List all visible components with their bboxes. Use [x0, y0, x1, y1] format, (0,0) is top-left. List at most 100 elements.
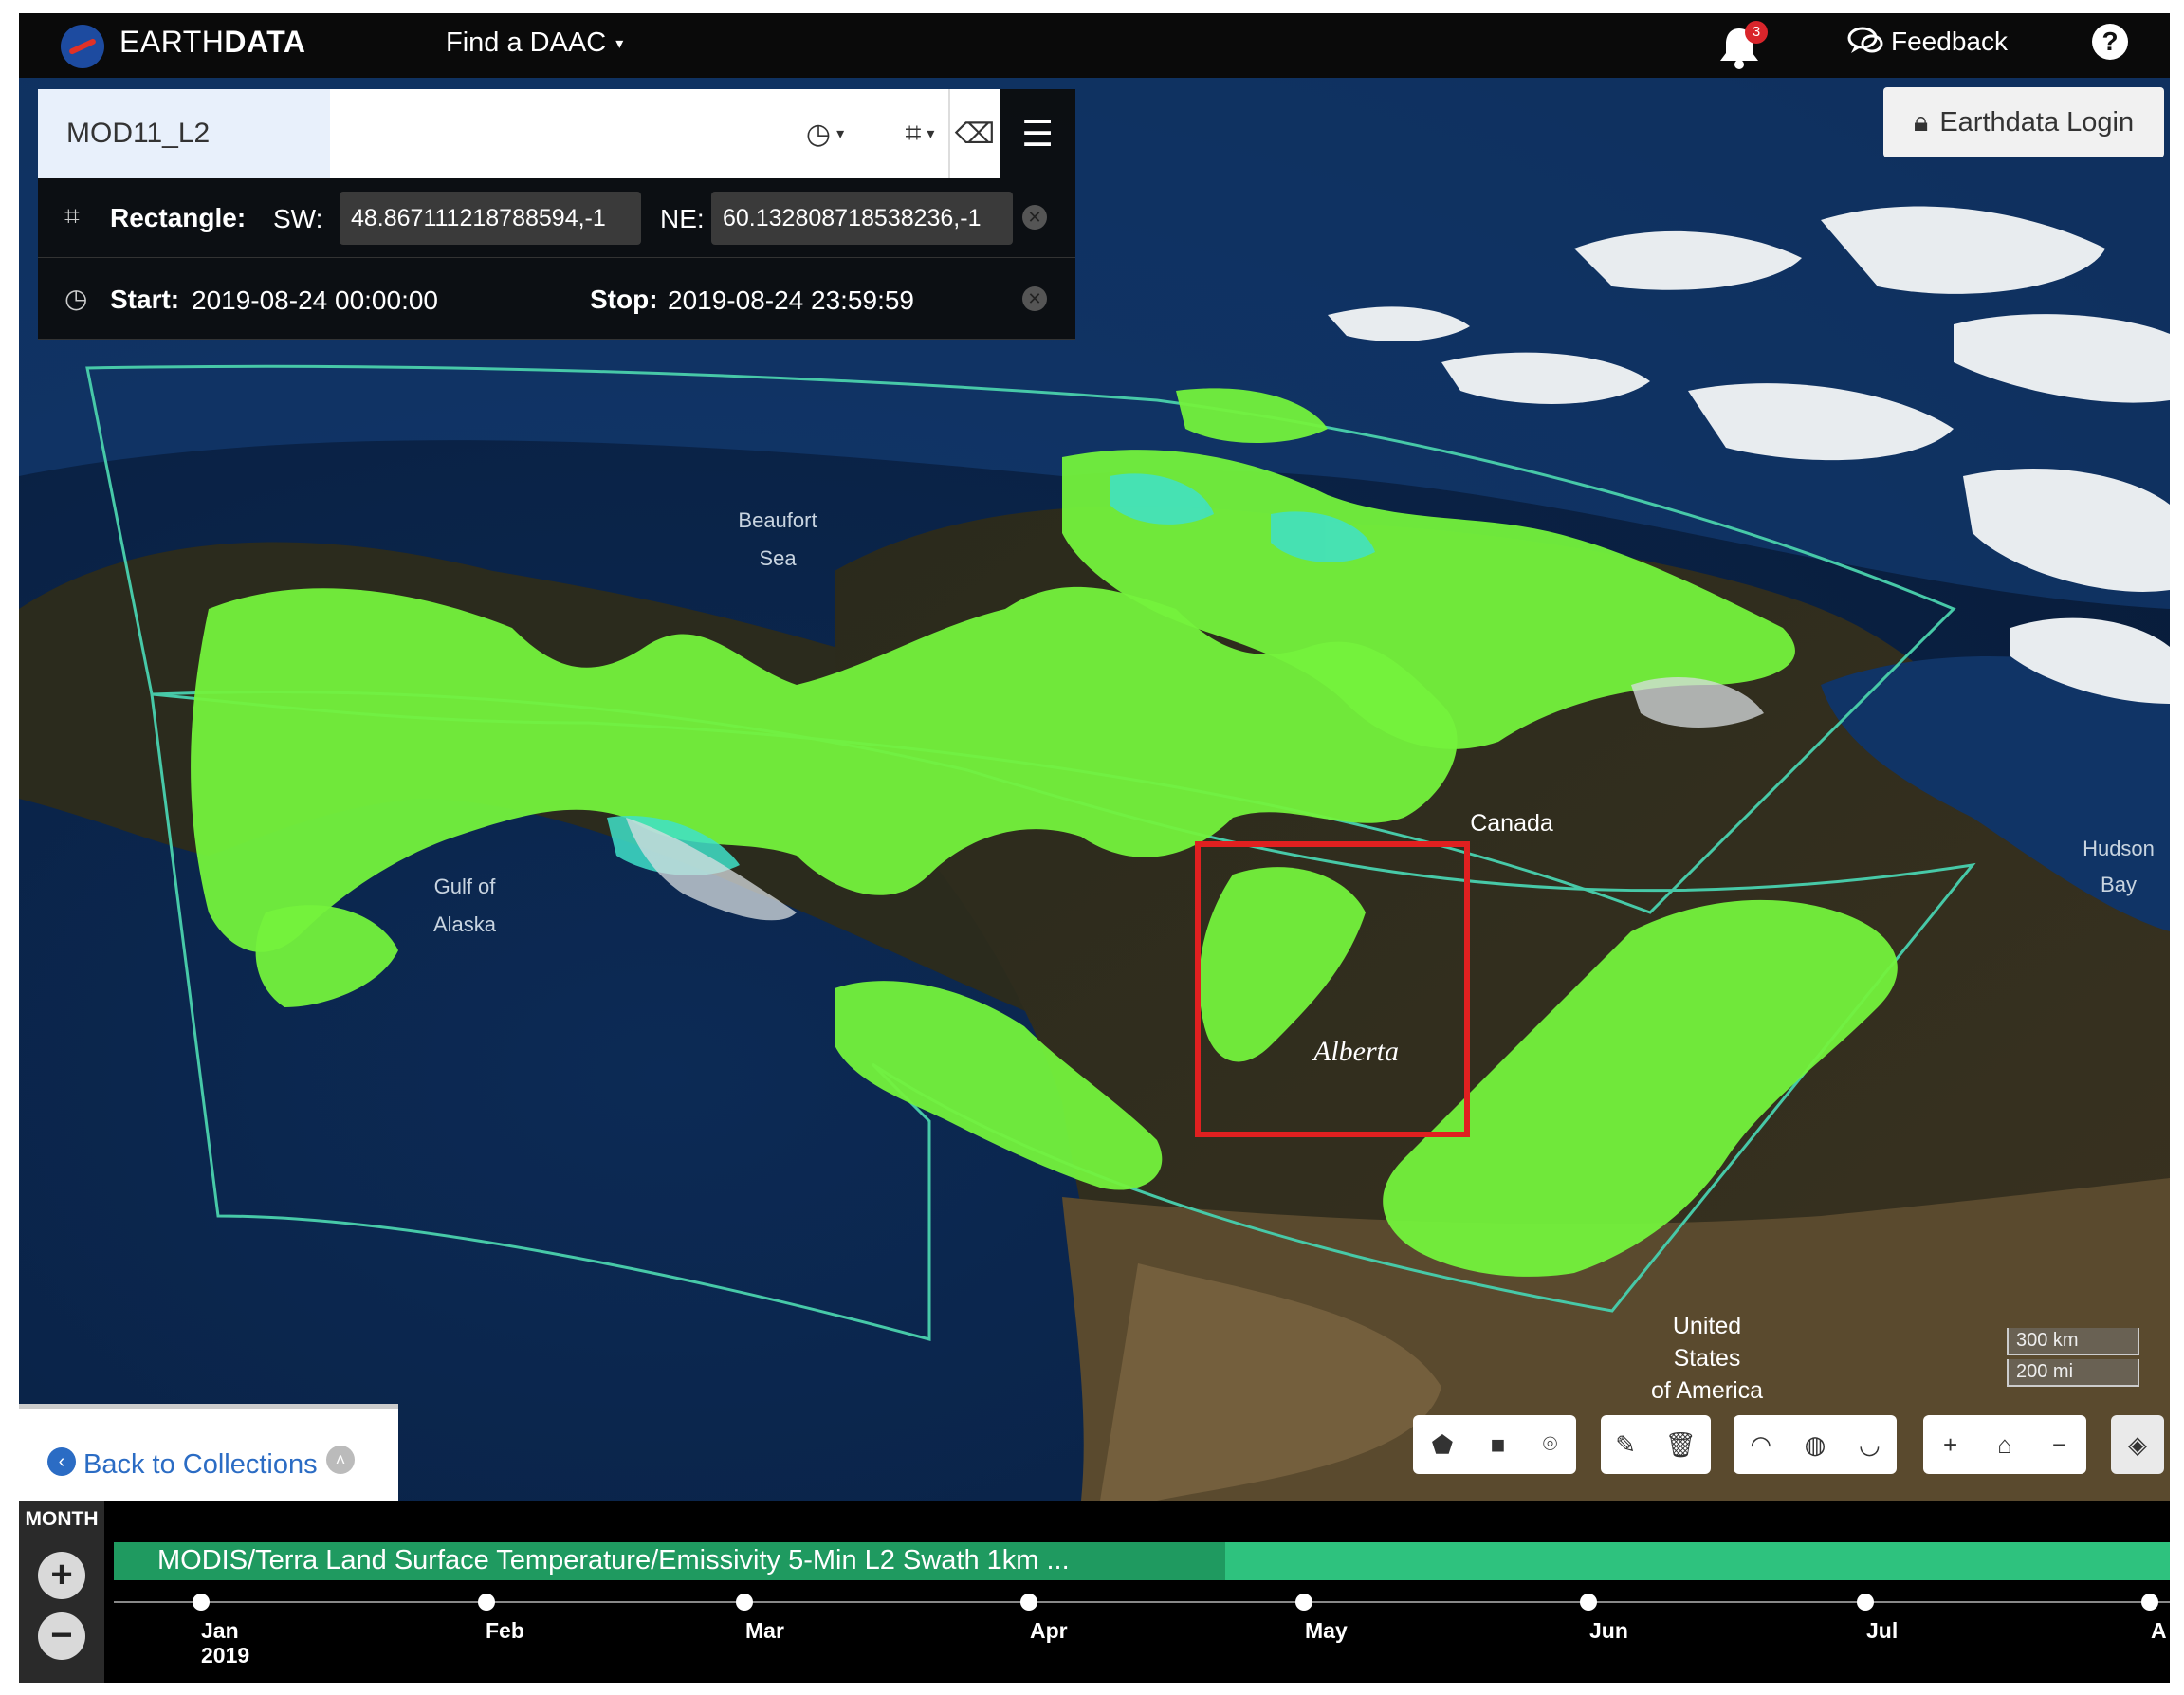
feedback-button[interactable]: Feedback [1847, 27, 2008, 57]
trash-icon[interactable]: 🗑︎ [1665, 1430, 1697, 1460]
label-canada: Canada [1470, 810, 1553, 837]
temporal-filter-row: ◷ Start: 2019-08-24 00:00:00 Stop: 2019-… [38, 260, 1075, 340]
brand-text-bold: DATA [224, 25, 306, 59]
label-usa-3: of America [1651, 1377, 1763, 1404]
notification-count-badge: 3 [1745, 21, 1768, 44]
clock-icon: ◷ [64, 284, 88, 313]
timeline-month-label: Apr [1030, 1618, 1068, 1643]
sw-coordinate-input[interactable]: 48.867111218788594,-1 [340, 192, 641, 245]
timeline-tick[interactable] [193, 1594, 210, 1611]
chevron-up-circle-icon[interactable]: ˄ [326, 1446, 355, 1474]
rectangle-label: Rectangle: [110, 203, 247, 232]
chevron-down-icon: ▾ [927, 126, 935, 142]
label-usa-2: States [1674, 1345, 1741, 1372]
spatial-filter-row: ⌗ Rectangle: SW: 48.867111218788594,-1 N… [38, 178, 1075, 258]
timeline-month-label: A [2151, 1618, 2167, 1643]
ne-label: NE: [660, 204, 705, 233]
help-icon[interactable]: ? [2092, 24, 2128, 60]
timeline-zoom-controls: + − [19, 1538, 104, 1683]
back-to-collections-button[interactable]: ‹ Back to Collections ˄ [19, 1404, 398, 1501]
top-navigation-bar: EARTHDATA Find a DAAC ▾ 3 Feedback ? [19, 13, 2170, 78]
find-a-daac-dropdown[interactable]: Find a DAAC ▾ [446, 28, 623, 59]
clock-icon: ◷ [805, 118, 832, 150]
edit-icon[interactable]: ✎ [1615, 1430, 1636, 1460]
label-alberta: Alberta [1312, 1036, 1399, 1067]
find-a-daac-label: Find a DAAC [446, 28, 607, 58]
arctic-projection-icon[interactable]: ◠ [1750, 1430, 1771, 1460]
layers-icon: ◈ [2128, 1429, 2147, 1459]
zoom-tools-group: + ⌂ − [1923, 1415, 2086, 1474]
feedback-label: Feedback [1891, 27, 2008, 56]
nasa-logo[interactable] [61, 25, 104, 68]
notifications-button[interactable]: 3 [1718, 21, 1768, 70]
edit-tools-group: ✎ 🗑︎ [1601, 1415, 1711, 1474]
label-gulf-of-alaska-1: Gulf of [434, 875, 497, 898]
timeline-tick[interactable] [736, 1594, 753, 1611]
timeline-tick[interactable] [1857, 1594, 1874, 1611]
timeline-month-label: Jun [1589, 1618, 1628, 1643]
collection-title: MODIS/Terra Land Surface Temperature/Emi… [157, 1545, 1070, 1575]
projection-tools-group: ◠ ◍ ◡ [1734, 1415, 1897, 1474]
label-beaufort-sea-1: Beaufort [738, 508, 817, 532]
brand-text-plain: EARTH [119, 25, 225, 59]
scale-mi: 200 mi [2007, 1359, 2139, 1387]
scale-km: 300 km [2007, 1328, 2139, 1355]
clear-filters-button[interactable]: ⌫ [950, 89, 1000, 178]
timeline-tick[interactable] [1295, 1594, 1312, 1611]
antarctic-projection-icon[interactable]: ◡ [1859, 1430, 1881, 1460]
chevron-down-icon: ▾ [836, 126, 845, 142]
start-label: Start: [110, 285, 180, 314]
spatial-filter-button[interactable]: ⌗ ▾ [882, 89, 958, 178]
timeline-month-label: May [1305, 1618, 1348, 1643]
label-hudson-bay-2: Bay [2101, 873, 2137, 896]
arrow-left-circle-icon: ‹ [47, 1447, 76, 1476]
home-icon[interactable]: ⌂ [1997, 1430, 2012, 1460]
timeline-month-label: Jan 2019 [201, 1618, 249, 1667]
start-value[interactable]: 2019-08-24 00:00:00 [192, 286, 438, 316]
search-panel: ◷▾ ⌗▾ ⌫ ☰ ⌗ Rectangle: SW: 48.8671112187… [38, 89, 1075, 340]
earthdata-search-app: Beaufort Sea Gulf of Alaska Hudson Bay C… [19, 13, 2170, 1683]
ne-coordinate-input[interactable]: 60.132808718538236,-1 [711, 192, 1013, 245]
eraser-icon: ⌫ [954, 118, 996, 150]
stop-value[interactable]: 2019-08-24 23:59:59 [668, 286, 914, 316]
zoom-in-icon[interactable]: + [1943, 1430, 1957, 1460]
timeline-zoom-level: MONTH [19, 1501, 104, 1538]
timeline-month-label: Mar [745, 1618, 784, 1643]
temporal-filter-button[interactable]: ◷ ▾ [787, 89, 863, 178]
lock-icon: 🔒︎ [1913, 106, 1929, 138]
polygon-icon[interactable]: ⬟ [1432, 1430, 1454, 1460]
timeline-month-label: Feb [486, 1618, 524, 1643]
stop-label: Stop: [590, 285, 658, 314]
timeline-tick[interactable] [1020, 1594, 1037, 1611]
timeline-zoom-out-icon[interactable]: − [38, 1612, 85, 1660]
timeline-tick[interactable] [2141, 1594, 2158, 1611]
zoom-out-icon[interactable]: − [2052, 1430, 2066, 1460]
sw-label: SW: [273, 204, 323, 233]
label-usa-1: United [1673, 1313, 1741, 1339]
map-pin-icon[interactable]: ⌾ [1543, 1429, 1558, 1460]
search-input[interactable] [38, 89, 330, 178]
rectangle-icon[interactable]: ■ [1491, 1430, 1506, 1460]
clear-spatial-filter-icon[interactable]: ✕ [1022, 205, 1047, 230]
timeline-tick[interactable] [1580, 1594, 1597, 1611]
timeline-tick[interactable] [478, 1594, 495, 1611]
timeline-year: 2019 [201, 1643, 250, 1667]
hamburger-menu-icon[interactable]: ☰ [1000, 89, 1075, 178]
clear-temporal-filter-icon[interactable]: ✕ [1022, 286, 1047, 311]
timeline: MONTH + − MODIS/Terra Land Surface Tempe… [19, 1501, 2170, 1683]
crop-icon: ⌗ [905, 118, 922, 149]
month-jan: Jan [201, 1618, 239, 1643]
timeline-month-label: Jul [1866, 1618, 1899, 1643]
earthdata-brand[interactable]: EARTHDATA [119, 25, 306, 60]
crop-icon: ⌗ [64, 201, 80, 230]
earthdata-login-button[interactable]: 🔒︎ Earthdata Login [1883, 87, 2164, 157]
timeline-zoom-in-icon[interactable]: + [38, 1552, 85, 1599]
draw-tools-group: ⬟ ■ ⌾ [1413, 1415, 1576, 1474]
map-scale: 300 km 200 mi [2007, 1328, 2139, 1391]
chat-bubble-icon [1847, 27, 1883, 53]
globe-icon[interactable]: ◍ [1805, 1430, 1826, 1460]
chevron-down-icon: ▾ [615, 35, 624, 52]
label-hudson-bay-1: Hudson [2083, 837, 2155, 860]
back-to-collections-label: Back to Collections [83, 1449, 318, 1480]
layers-button[interactable]: ◈ [2111, 1415, 2164, 1474]
